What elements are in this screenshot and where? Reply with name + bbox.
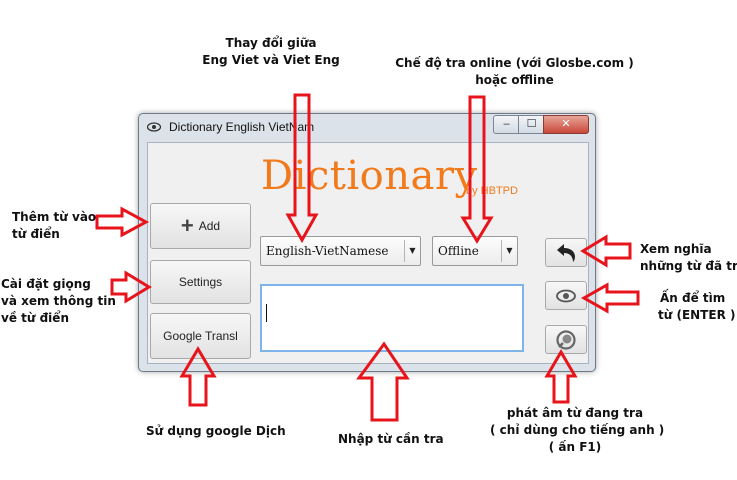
arrow-right-add (95, 206, 150, 238)
arrow-left-find (580, 282, 640, 314)
arrow-down-mode (460, 95, 494, 244)
arrow-up-speak (544, 349, 578, 404)
arrow-up-google (179, 346, 217, 407)
annotation-arrows (95, 93, 640, 422)
arrow-down-swap (285, 93, 319, 244)
arrow-up-input (356, 341, 410, 422)
arrow-left-history (580, 234, 632, 268)
arrow-right-settings (110, 270, 152, 304)
